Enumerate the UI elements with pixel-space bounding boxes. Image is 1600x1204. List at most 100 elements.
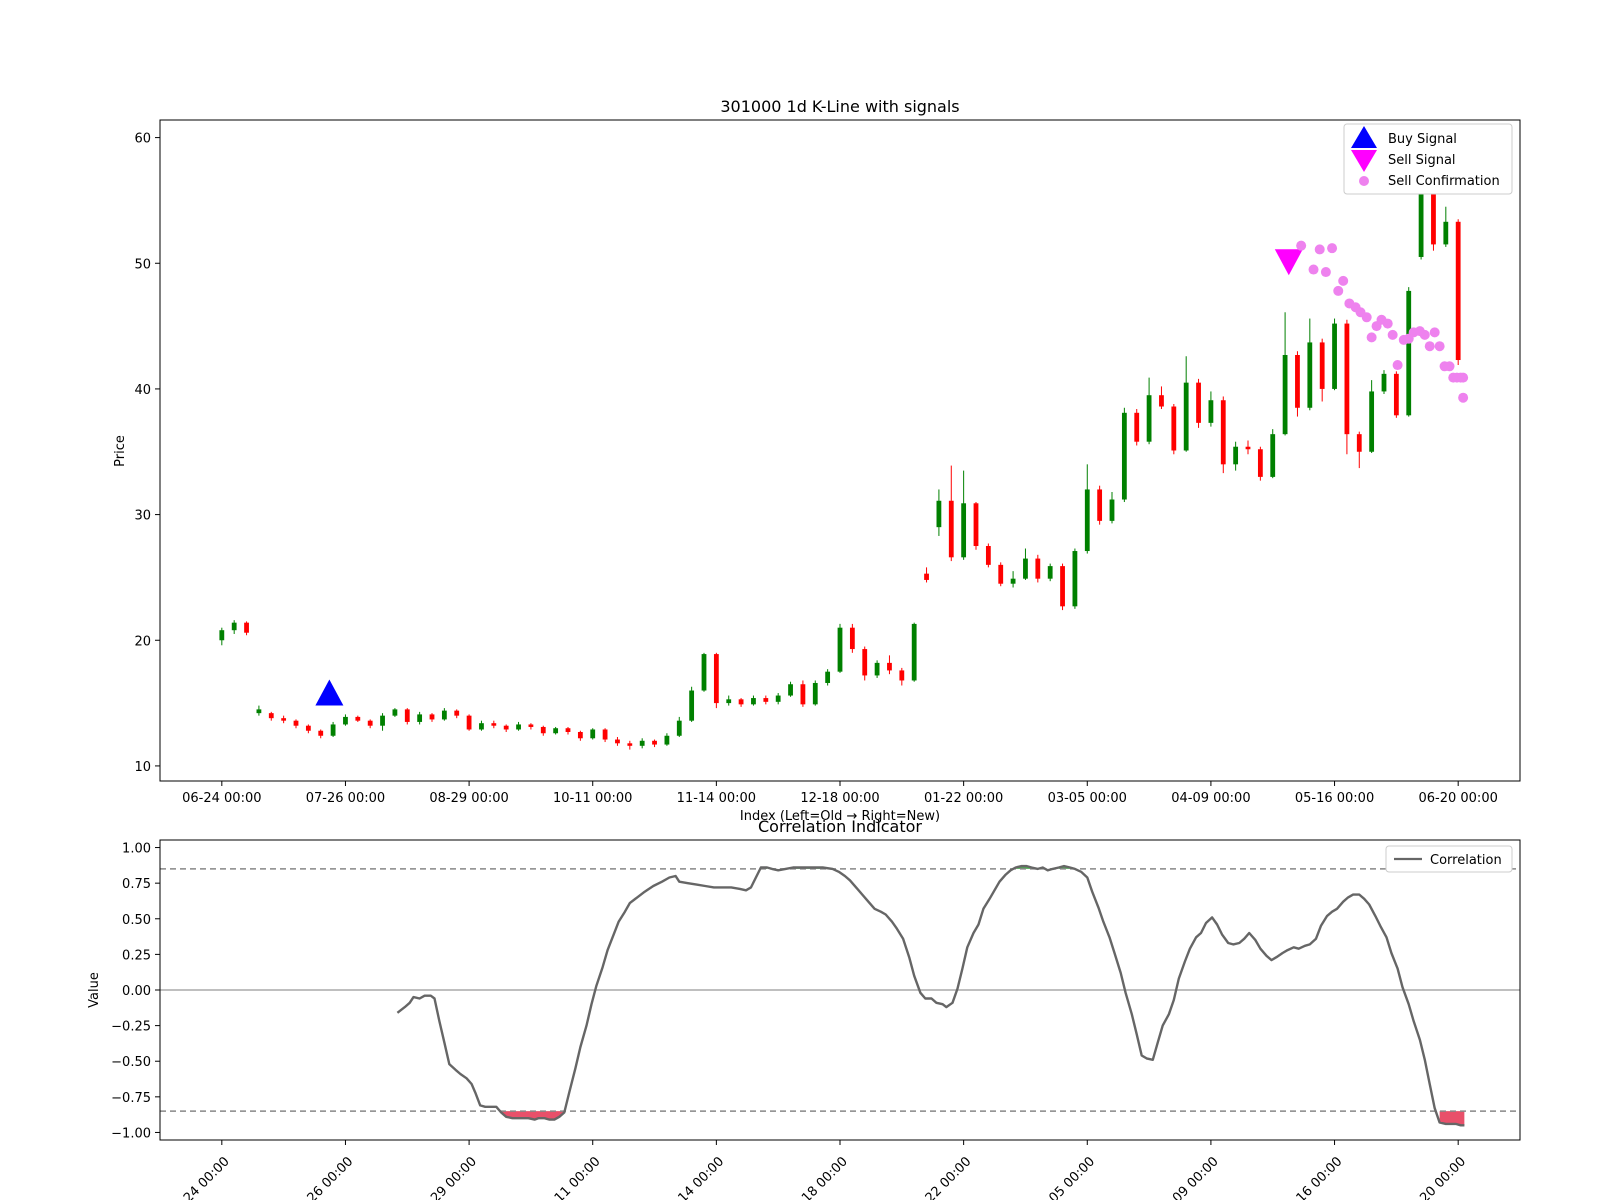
correlation-title: Correlation Indicator	[758, 817, 922, 836]
candle-53	[874, 660, 880, 678]
candle-body	[1072, 551, 1078, 607]
sell-confirmation-point	[1434, 341, 1445, 352]
candle-81	[1220, 396, 1226, 474]
candle-body	[1047, 566, 1053, 579]
sell-confirmation-point	[1320, 267, 1331, 278]
candle-90	[1332, 318, 1337, 391]
candle-body	[1381, 373, 1387, 392]
candle-body	[763, 698, 769, 702]
kline-x-tick-label: 06-20 00:00	[1418, 791, 1497, 806]
sell-confirmation-point	[1366, 332, 1377, 343]
correlation-y-tick-label: 0.00	[122, 984, 151, 999]
candle-body	[1060, 566, 1065, 607]
candle-68	[1060, 563, 1065, 611]
candle-body	[244, 622, 249, 633]
candle-body	[862, 649, 868, 676]
sell-confirmation-point	[1424, 341, 1435, 352]
candle-body	[491, 723, 497, 726]
candle-body	[1319, 342, 1325, 389]
candle-body	[1356, 434, 1362, 452]
candle-body	[701, 654, 707, 691]
candle-body	[367, 720, 373, 726]
kline-y-tick-label: 60	[134, 132, 151, 147]
kline-y-tick-label: 40	[134, 383, 151, 398]
candle-body	[1455, 221, 1461, 361]
sell-confirmation-point	[1327, 243, 1338, 254]
candle-body	[602, 729, 608, 740]
candle-47	[800, 680, 806, 707]
candle-85	[1270, 429, 1276, 479]
candle-48	[812, 680, 818, 706]
legend-sell-signal-label: Sell Signal	[1388, 153, 1456, 168]
candle-body	[219, 630, 225, 641]
candle-body	[874, 662, 880, 676]
candle-body	[392, 709, 398, 716]
candle-40	[713, 652, 719, 709]
candle-38	[689, 686, 695, 722]
candle-body	[1393, 373, 1399, 416]
candle-body	[318, 730, 324, 736]
candle-body	[1307, 342, 1313, 408]
candle-body	[577, 731, 583, 739]
kline-x-tick-label: 03-05 00:00	[1048, 791, 1127, 806]
kline-x-tick-label: 05-16 00:00	[1295, 791, 1374, 806]
candle-body	[1171, 406, 1177, 451]
correlation-legend: Correlation	[1385, 845, 1513, 873]
candle-body	[652, 740, 657, 745]
sell-confirmation-point	[1333, 285, 1344, 296]
candle-body	[911, 623, 917, 681]
candle-body	[961, 503, 967, 558]
candle-body	[627, 743, 633, 746]
sell-confirmation-point	[1387, 329, 1398, 340]
candle-66	[1035, 554, 1041, 583]
kline-legend: Buy Signal Sell Signal Sell Confirmation	[1343, 123, 1513, 195]
candle-body	[775, 695, 781, 702]
sell-confirmation-point	[1308, 264, 1319, 275]
candle-body	[738, 699, 744, 705]
candle-56	[911, 622, 917, 682]
candle-body	[540, 726, 546, 734]
candle-body	[441, 710, 447, 720]
candle-body	[1035, 558, 1041, 579]
sell-confirmation-point	[1429, 327, 1440, 338]
correlation-y-tick-label: −1.00	[111, 1126, 151, 1141]
candle-body	[528, 724, 534, 727]
candle-body	[800, 684, 806, 705]
correlation-y-tick-label: 0.25	[122, 948, 151, 963]
candle-body	[1344, 323, 1350, 435]
candle-body	[713, 654, 719, 704]
kline-y-tick-label: 10	[134, 760, 151, 775]
candle-body	[355, 716, 361, 721]
candle-body	[1431, 187, 1436, 245]
kline-y-axis-label: Price	[113, 435, 128, 467]
candle-71	[1097, 485, 1103, 525]
kline-y-tick-label: 50	[134, 257, 151, 272]
candle-51	[849, 623, 855, 653]
sell-confirmation-point	[1458, 372, 1469, 383]
correlation-y-tick-label: −0.25	[111, 1020, 151, 1035]
candle-body	[565, 728, 571, 732]
sell-confirmation-point	[1444, 361, 1455, 372]
candle-body	[998, 564, 1004, 584]
candle-body	[849, 627, 855, 650]
candle-body	[1196, 382, 1201, 423]
candle-body	[1332, 323, 1337, 389]
candle-body	[1134, 412, 1140, 442]
candle-body	[899, 670, 905, 681]
candle-body	[1220, 400, 1226, 465]
candle-body	[380, 715, 385, 726]
candle-body	[676, 720, 682, 736]
candle-body	[1208, 400, 1214, 423]
candle-84	[1257, 446, 1263, 481]
correlation-y-tick-label: −0.50	[111, 1055, 151, 1070]
sell-confirmation-point	[1338, 275, 1349, 286]
candle-body	[924, 573, 929, 580]
candle-61	[973, 502, 979, 550]
legend-buy-signal-label: Buy Signal	[1388, 132, 1457, 147]
kline-y-tick-label: 30	[134, 509, 151, 524]
kline-panel: 06-24 00:00 07-26 00:00 08-29 00:00 10-11 0…	[113, 97, 1521, 824]
candle-body	[936, 500, 942, 528]
candle-body	[788, 684, 793, 696]
candle-body	[516, 724, 521, 730]
candle-79	[1196, 378, 1201, 428]
